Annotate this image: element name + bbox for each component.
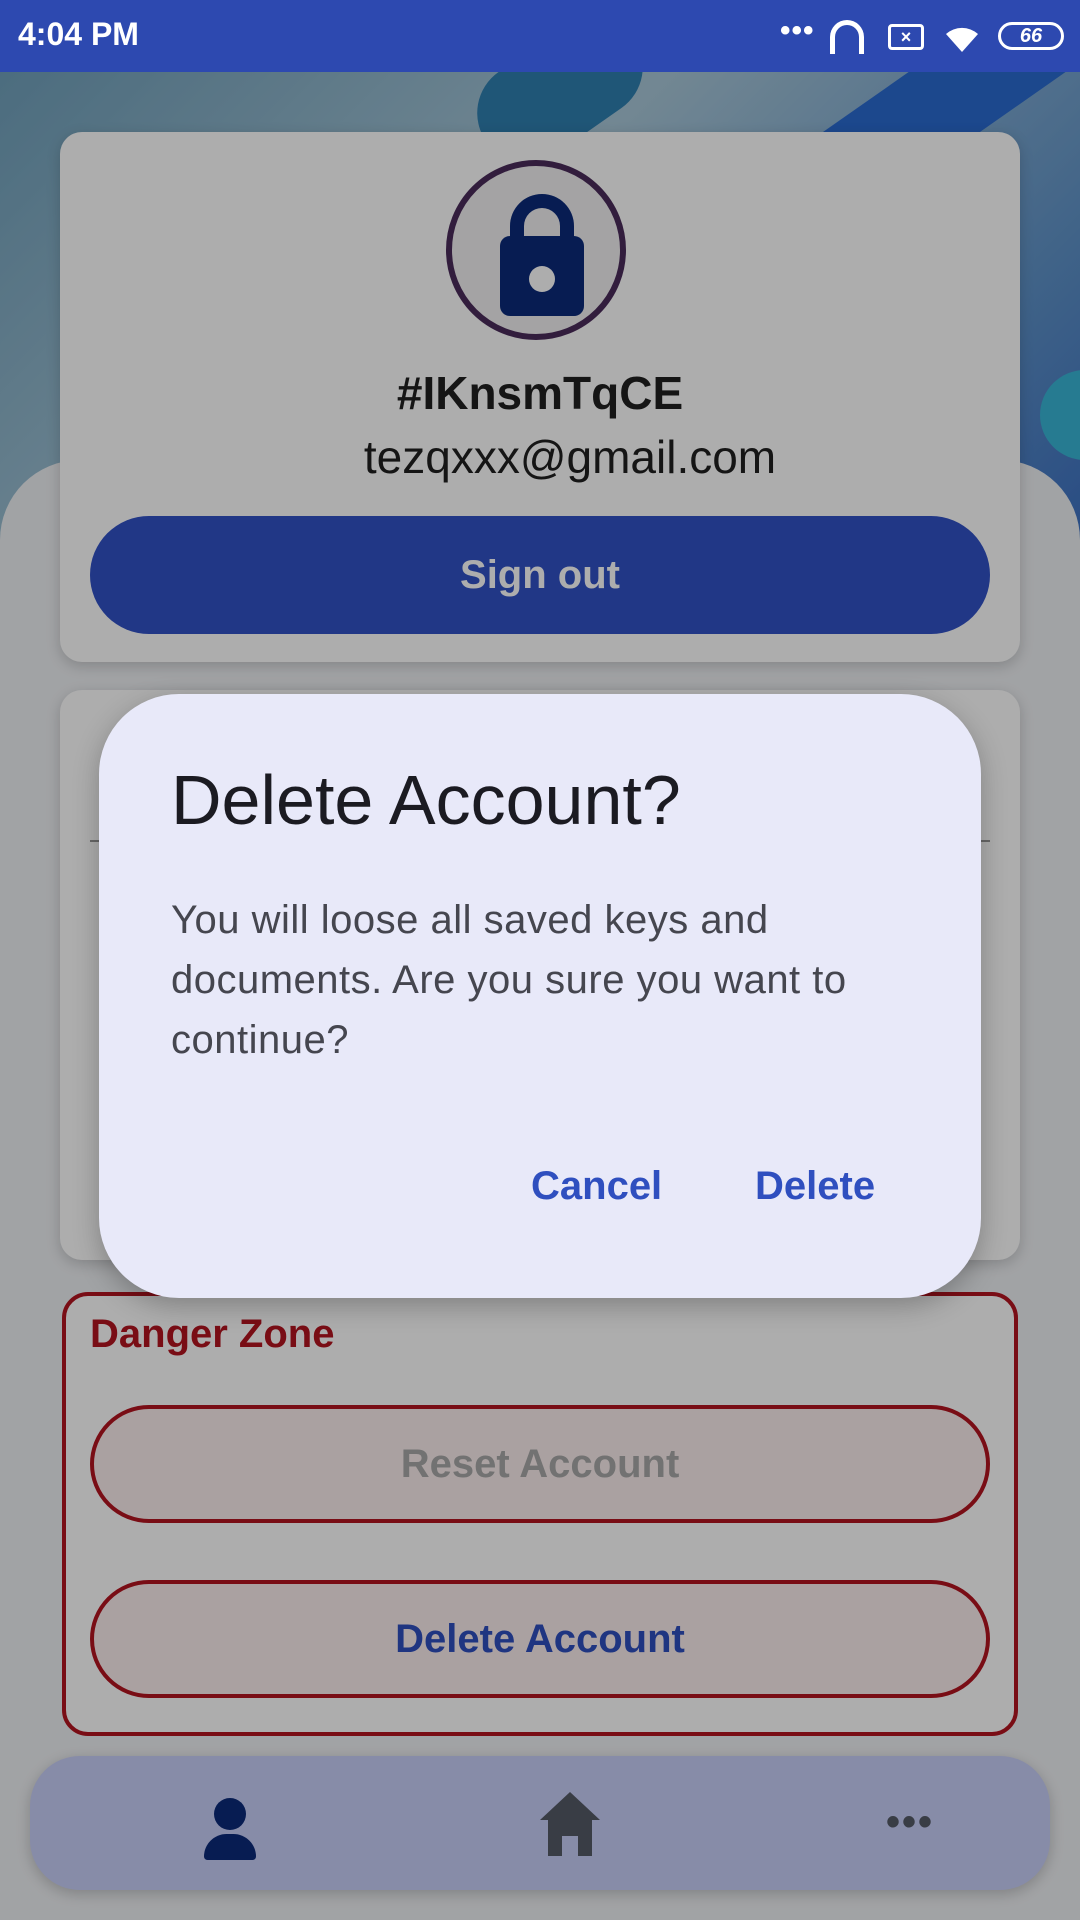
status-time: 4:04 PM (18, 16, 139, 52)
cancel-button[interactable]: Cancel (527, 1156, 666, 1217)
status-bar: 4:04 PM ••• × 66 (0, 0, 1080, 72)
more-dots-icon: ••• (780, 14, 815, 47)
dialog-message: You will loose all saved keys and docume… (171, 898, 847, 1062)
dialog-title: Delete Account? (171, 761, 681, 839)
battery-icon: 66 (998, 22, 1064, 50)
delete-account-dialog: Delete Account? You will loose all saved… (99, 694, 981, 1298)
confirm-delete-button[interactable]: Delete (751, 1156, 879, 1217)
wifi-icon (946, 27, 978, 52)
headphones-icon (830, 20, 864, 54)
no-sim-icon: × (888, 24, 924, 50)
